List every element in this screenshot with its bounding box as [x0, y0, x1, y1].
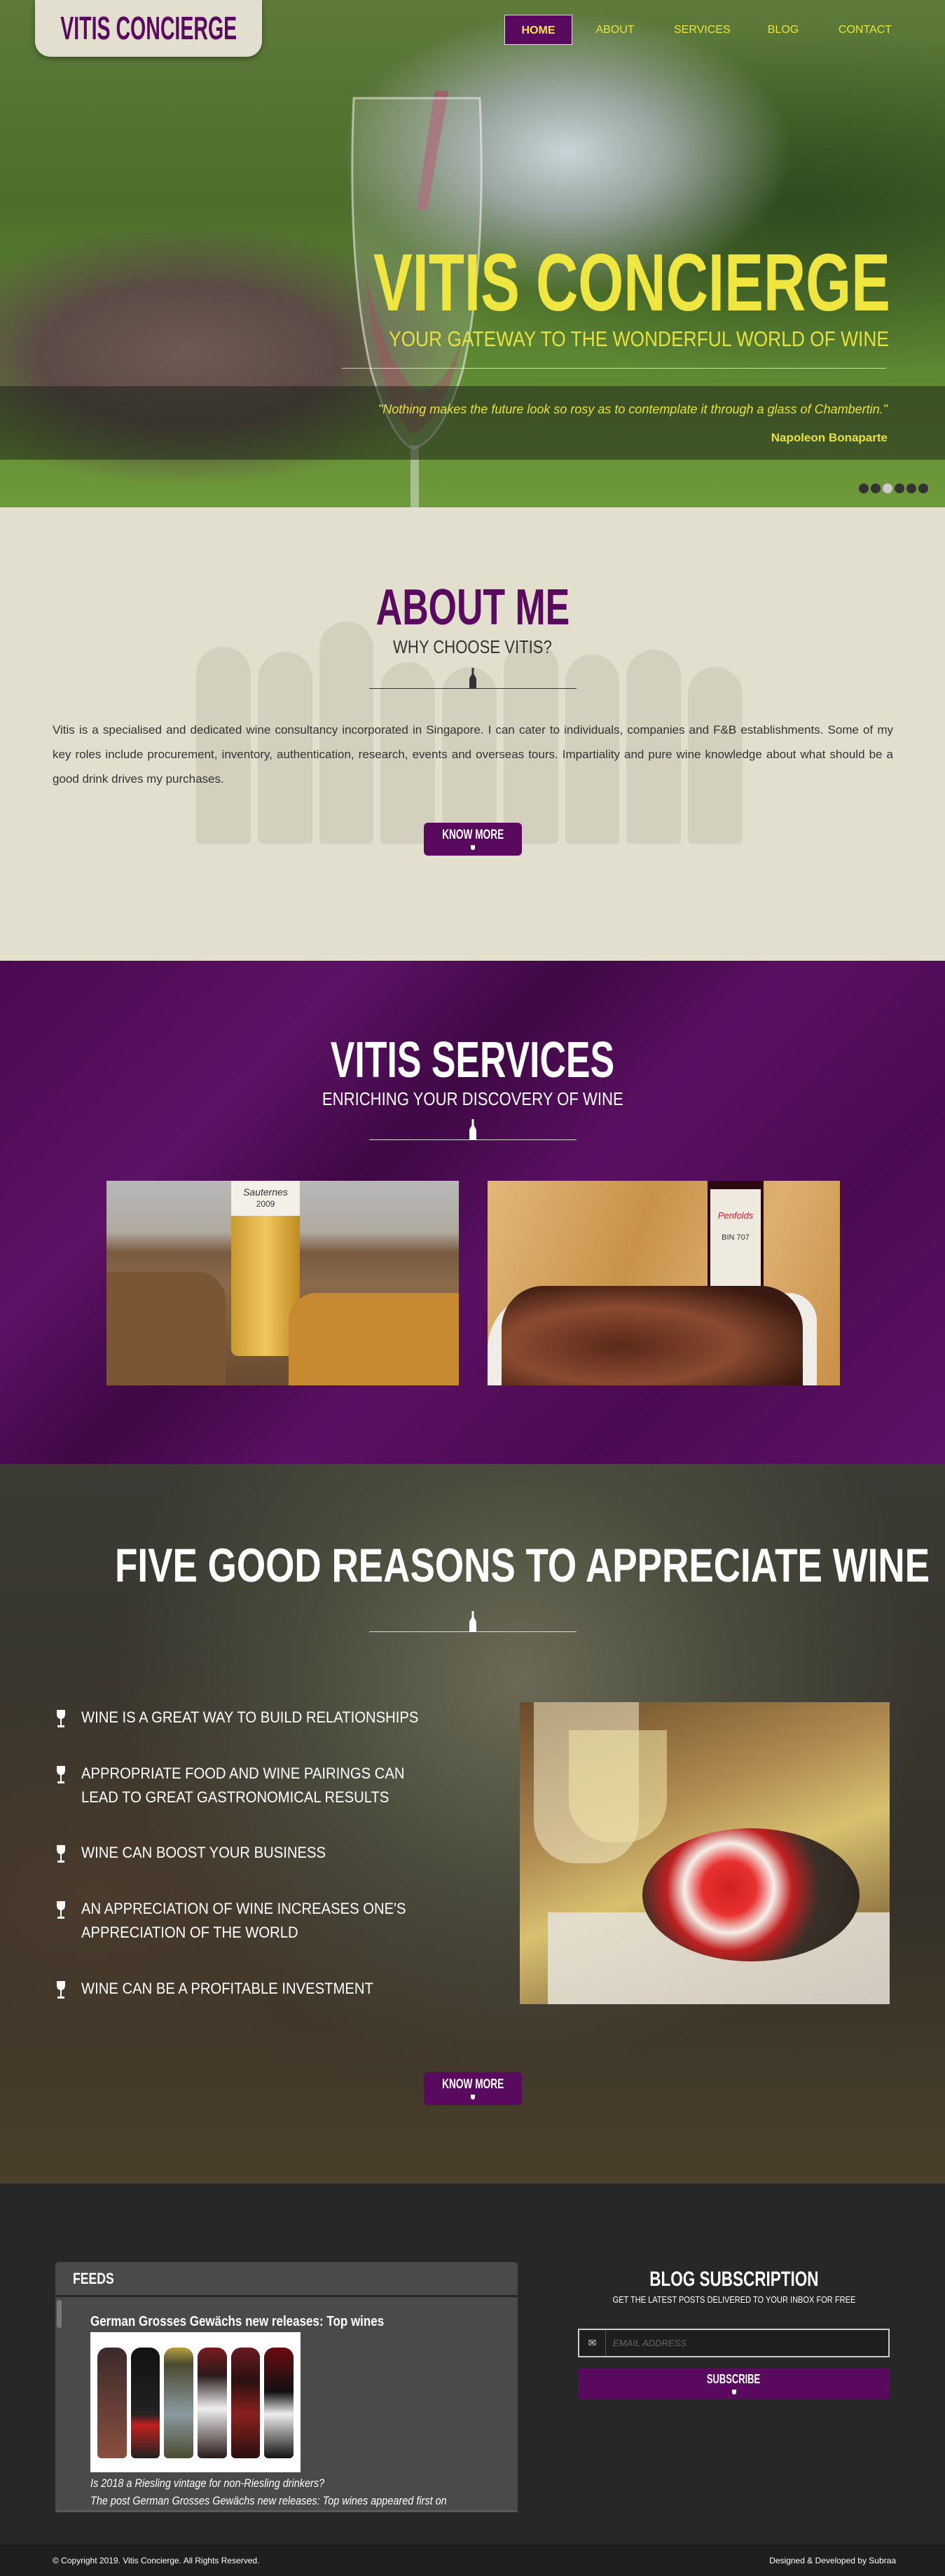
- hero-divider: [342, 368, 886, 369]
- reason-item: WINE IS A GREAT WAY TO BUILD RELATIONSHI…: [56, 1706, 474, 1729]
- credit-text: Designed & Developed by Subraa: [769, 2556, 896, 2565]
- feeds-scrollbar[interactable]: [57, 2300, 62, 2328]
- nav-contact[interactable]: CONTACT: [838, 15, 892, 45]
- bottle-icon: [469, 668, 476, 689]
- wine-glass-icon: [57, 1766, 65, 1783]
- wine-glass-icon: [57, 1710, 65, 1727]
- about-title: ABOUT ME: [375, 580, 570, 636]
- feeds-panel: German Grosses Gewächs new releases: Top…: [55, 2297, 518, 2512]
- feed-post-title[interactable]: German Grosses Gewächs new releases: Top…: [90, 2314, 436, 2330]
- slide-dot[interactable]: [918, 484, 928, 493]
- subscription-subtitle: GET THE LATEST POSTS DELIVERED TO YOUR I…: [612, 2294, 855, 2305]
- about-subtitle: WHY CHOOSE VITIS?: [393, 636, 552, 657]
- quote-band: [0, 386, 945, 460]
- wine-glass-icon: [57, 1981, 65, 1999]
- bottle-icon: [469, 1119, 476, 1140]
- subscription-title: BLOG SUBSCRIPTION: [649, 2268, 819, 2291]
- hero-quote: "Nothing makes the future look so rosy a…: [378, 402, 888, 416]
- nav-home[interactable]: HOME: [504, 15, 572, 45]
- slide-dot[interactable]: [895, 484, 904, 493]
- nav-blog[interactable]: BLOG: [766, 15, 800, 45]
- wine-glass-icon: [57, 1901, 65, 1919]
- slider-dots: [859, 484, 928, 493]
- services-title: VITIS SERVICES: [330, 1032, 615, 1088]
- feed-post-excerpt: The post German Grosses Gewächs new rele…: [90, 2494, 447, 2507]
- wine-glass-icon: [731, 2390, 736, 2395]
- hero-subtitle: YOUR GATEWAY TO THE WONDERFUL WORLD OF W…: [389, 327, 889, 351]
- copyright-text: © Copyright 2019. Vitis Concierge. All R…: [53, 2556, 260, 2565]
- footer: © Copyright 2019. Vitis Concierge. All R…: [0, 2544, 945, 2576]
- bottle-icon: [469, 1611, 476, 1632]
- hero-title: VITIS CONCIERGE: [373, 237, 890, 328]
- reasons-title: FIVE GOOD REASONS TO APPRECIATE WINE: [115, 1539, 930, 1592]
- about-know-more-button[interactable]: KNOW MORE: [424, 823, 522, 856]
- reason-item: APPROPRIATE FOOD AND WINE PAIRINGS CAN L…: [56, 1762, 474, 1809]
- feed-post-excerpt: Is 2018 a Riesling vintage for non-Riesl…: [90, 2476, 325, 2490]
- wine-glass-icon: [57, 1845, 65, 1863]
- bottle-divider: [369, 1611, 577, 1632]
- reason-item: AN APPRECIATION OF WINE INCREASES ONE'S …: [56, 1897, 474, 1945]
- service-image-penfolds[interactable]: Penfolds BIN 707: [488, 1181, 840, 1385]
- reasons-know-more-button[interactable]: KNOW MORE: [424, 2072, 522, 2105]
- wine-food-image[interactable]: [520, 1702, 890, 2004]
- slide-dot[interactable]: [871, 484, 881, 493]
- services-subtitle: ENRICHING YOUR DISCOVERY OF WINE: [322, 1088, 623, 1109]
- slide-dot[interactable]: [859, 484, 869, 493]
- slide-dot[interactable]: [906, 484, 916, 493]
- quote-author: Napoleon Bonaparte: [771, 431, 888, 444]
- service-image-sauternes[interactable]: Sauternes 2009: [106, 1181, 459, 1385]
- logo[interactable]: VITIS CONCIERGE: [35, 0, 262, 57]
- bottle-divider: [369, 668, 577, 689]
- email-input[interactable]: [606, 2338, 888, 2348]
- nav-about[interactable]: ABOUT: [594, 15, 636, 45]
- envelope-icon: ✉: [579, 2330, 606, 2356]
- slide-dot-active[interactable]: [883, 484, 892, 493]
- feeds-header: FEEDS: [55, 2262, 518, 2295]
- reason-item: WINE CAN BOOST YOUR BUSINESS: [56, 1841, 474, 1865]
- nav-services[interactable]: SERVICES: [674, 15, 731, 45]
- bottle-divider: [369, 1119, 577, 1140]
- subscribe-button[interactable]: SUBSCRIBE: [578, 2369, 890, 2399]
- reason-item: WINE CAN BE A PROFITABLE INVESTMENT: [56, 1977, 474, 2001]
- about-paragraph: Vitis is a specialised and dedicated win…: [53, 723, 893, 786]
- feed-post-image[interactable]: [90, 2332, 301, 2472]
- email-field[interactable]: ✉: [578, 2329, 890, 2357]
- hero-section: VITIS CONCIERGE HOME ABOUT SERVICES BLOG…: [0, 0, 945, 507]
